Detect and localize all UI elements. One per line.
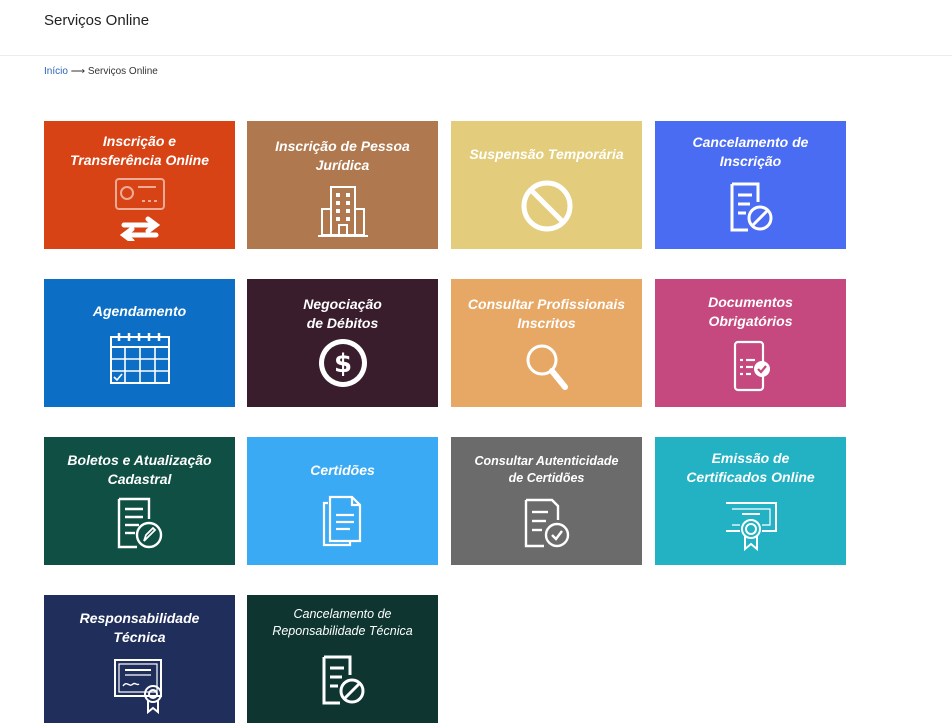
building-icon — [316, 183, 370, 239]
cancel-document-icon — [318, 655, 368, 707]
mobile-checklist-icon — [727, 340, 775, 392]
tile-certidoes[interactable]: Certidões — [247, 437, 438, 565]
calendar-icon — [107, 329, 173, 387]
breadcrumb-current: Serviços Online — [87, 66, 158, 77]
tile-consultar-profissionais[interactable]: Consultar Profissionais Inscritos — [451, 279, 642, 407]
diploma-icon — [109, 658, 171, 718]
page-title: Serviços Online — [44, 12, 150, 29]
breadcrumb-separator: ⟶ — [70, 66, 86, 77]
tile-agendamento[interactable]: Agendamento — [44, 279, 235, 407]
tile-label: Cancelamento de Reponsabilidade Técnica — [272, 607, 413, 638]
prohibited-icon — [519, 178, 575, 234]
tile-cancelamento-inscricao[interactable]: Cancelamento de Inscrição — [655, 121, 846, 249]
tile-label: Suspensão Temporária — [469, 146, 624, 162]
tile-suspensao-temporaria[interactable]: Suspensão Temporária — [451, 121, 642, 249]
tile-consultar-autenticidade[interactable]: Consultar Autenticidade de Certidões — [451, 437, 642, 565]
document-check-icon — [522, 498, 572, 550]
tile-label: Certidões — [310, 462, 375, 478]
tile-boletos-atualizacao[interactable]: Boletos e Atualização Cadastral — [44, 437, 235, 565]
tile-label: Responsabilidade Técnica — [79, 610, 200, 645]
cancel-document-icon — [726, 182, 776, 234]
tile-documentos-obrigatorios[interactable]: Documentos Obrigatórios — [655, 279, 846, 407]
tile-label: Boletos e Atualização Cadastral — [67, 452, 212, 487]
tile-cancelamento-responsabilidade[interactable]: Cancelamento de Reponsabilidade Técnica — [247, 595, 438, 723]
svg-text:$: $ — [333, 349, 351, 379]
tile-emissao-certificados[interactable]: Emissão de Certificados Online — [655, 437, 846, 565]
tile-label: Inscrição de Pessoa Jurídica — [275, 138, 410, 173]
breadcrumb: Início ⟶ Serviços Online — [44, 66, 158, 77]
id-card-transfer-icon — [110, 177, 170, 241]
tile-label: Consultar Profissionais Inscritos — [467, 296, 626, 331]
page-header: Serviços Online — [0, 0, 952, 56]
certificate-icon — [720, 497, 782, 555]
documents-icon — [320, 495, 366, 549]
breadcrumb-home-link[interactable]: Início — [44, 66, 68, 77]
tile-label: Cancelamento de Inscrição — [692, 134, 809, 169]
tile-negociacao-debitos[interactable]: Negociação de Débitos $ — [247, 279, 438, 407]
magnifier-icon — [524, 342, 570, 392]
tile-label: Inscrição e Transferência Online — [69, 133, 209, 168]
tile-label: Agendamento — [92, 303, 187, 319]
tile-label: Emissão de Certificados Online — [686, 450, 815, 485]
tile-label: Documentos Obrigatórios — [708, 294, 793, 329]
tile-inscricao-transferencia[interactable]: Inscrição e Transferência Online — [44, 121, 235, 249]
tile-label: Consultar Autenticidade de Certidões — [474, 454, 619, 485]
tile-responsabilidade-tecnica[interactable]: Responsabilidade Técnica — [44, 595, 235, 723]
tile-inscricao-pessoa-juridica[interactable]: Inscrição de Pessoa Jurídica — [247, 121, 438, 249]
dollar-coin-icon: $ — [317, 337, 369, 389]
document-edit-icon — [115, 497, 165, 551]
tile-label: Negociação de Débitos — [303, 296, 382, 331]
